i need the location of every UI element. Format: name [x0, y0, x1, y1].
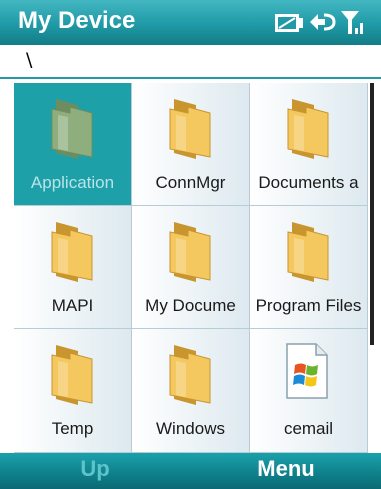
- up-softkey[interactable]: Up: [0, 456, 190, 482]
- grid-item-label: cemail: [283, 419, 334, 438]
- scrollbar[interactable]: [370, 83, 374, 345]
- grid-item[interactable]: cemail: [250, 329, 368, 453]
- grid-item-label: Application: [30, 173, 115, 192]
- grid-item-label: Program Files: [255, 296, 362, 315]
- grid-item[interactable]: ConnMgr: [132, 83, 250, 206]
- grid-item-label: MAPI: [51, 296, 94, 315]
- folder-icon: [166, 341, 216, 407]
- window-title: My Device: [18, 7, 136, 34]
- grid-item[interactable]: My Docume: [132, 206, 250, 329]
- status-icons: [273, 8, 367, 36]
- folder-icon: [284, 218, 334, 284]
- path-bar: \: [0, 45, 381, 79]
- folder-icon: [48, 218, 98, 284]
- folder-icon: [48, 341, 98, 407]
- current-path: \: [26, 49, 33, 71]
- menu-softkey[interactable]: Menu: [191, 456, 381, 482]
- grid-item-label: My Docume: [145, 296, 236, 315]
- soft-key-bar: Up Menu: [0, 453, 381, 489]
- grid-item-label: Documents a: [258, 173, 359, 192]
- grid-item-label: Windows: [156, 419, 225, 438]
- folder-icon: [284, 95, 334, 161]
- title-bar: My Device: [0, 0, 381, 45]
- grid-item[interactable]: Application: [14, 83, 132, 206]
- windows-file-icon: [284, 341, 334, 407]
- grid-item-label: ConnMgr: [155, 173, 226, 192]
- grid-item[interactable]: Documents a: [250, 83, 368, 206]
- grid-item[interactable]: Program Files: [250, 206, 368, 329]
- grid-item-label: Temp: [51, 419, 94, 438]
- file-grid: Application ConnMgr Documents a MAPI My …: [14, 83, 368, 453]
- grid-item[interactable]: MAPI: [14, 206, 132, 329]
- folder-icon: [166, 95, 216, 161]
- grid-item[interactable]: Windows: [132, 329, 250, 453]
- battery-icon[interactable]: [273, 9, 305, 35]
- folder-icon: [166, 218, 216, 284]
- grid-item[interactable]: Temp: [14, 329, 132, 453]
- signal-strength-icon[interactable]: [339, 8, 367, 36]
- folder-icon: [48, 95, 98, 161]
- connectivity-icon[interactable]: [307, 9, 337, 35]
